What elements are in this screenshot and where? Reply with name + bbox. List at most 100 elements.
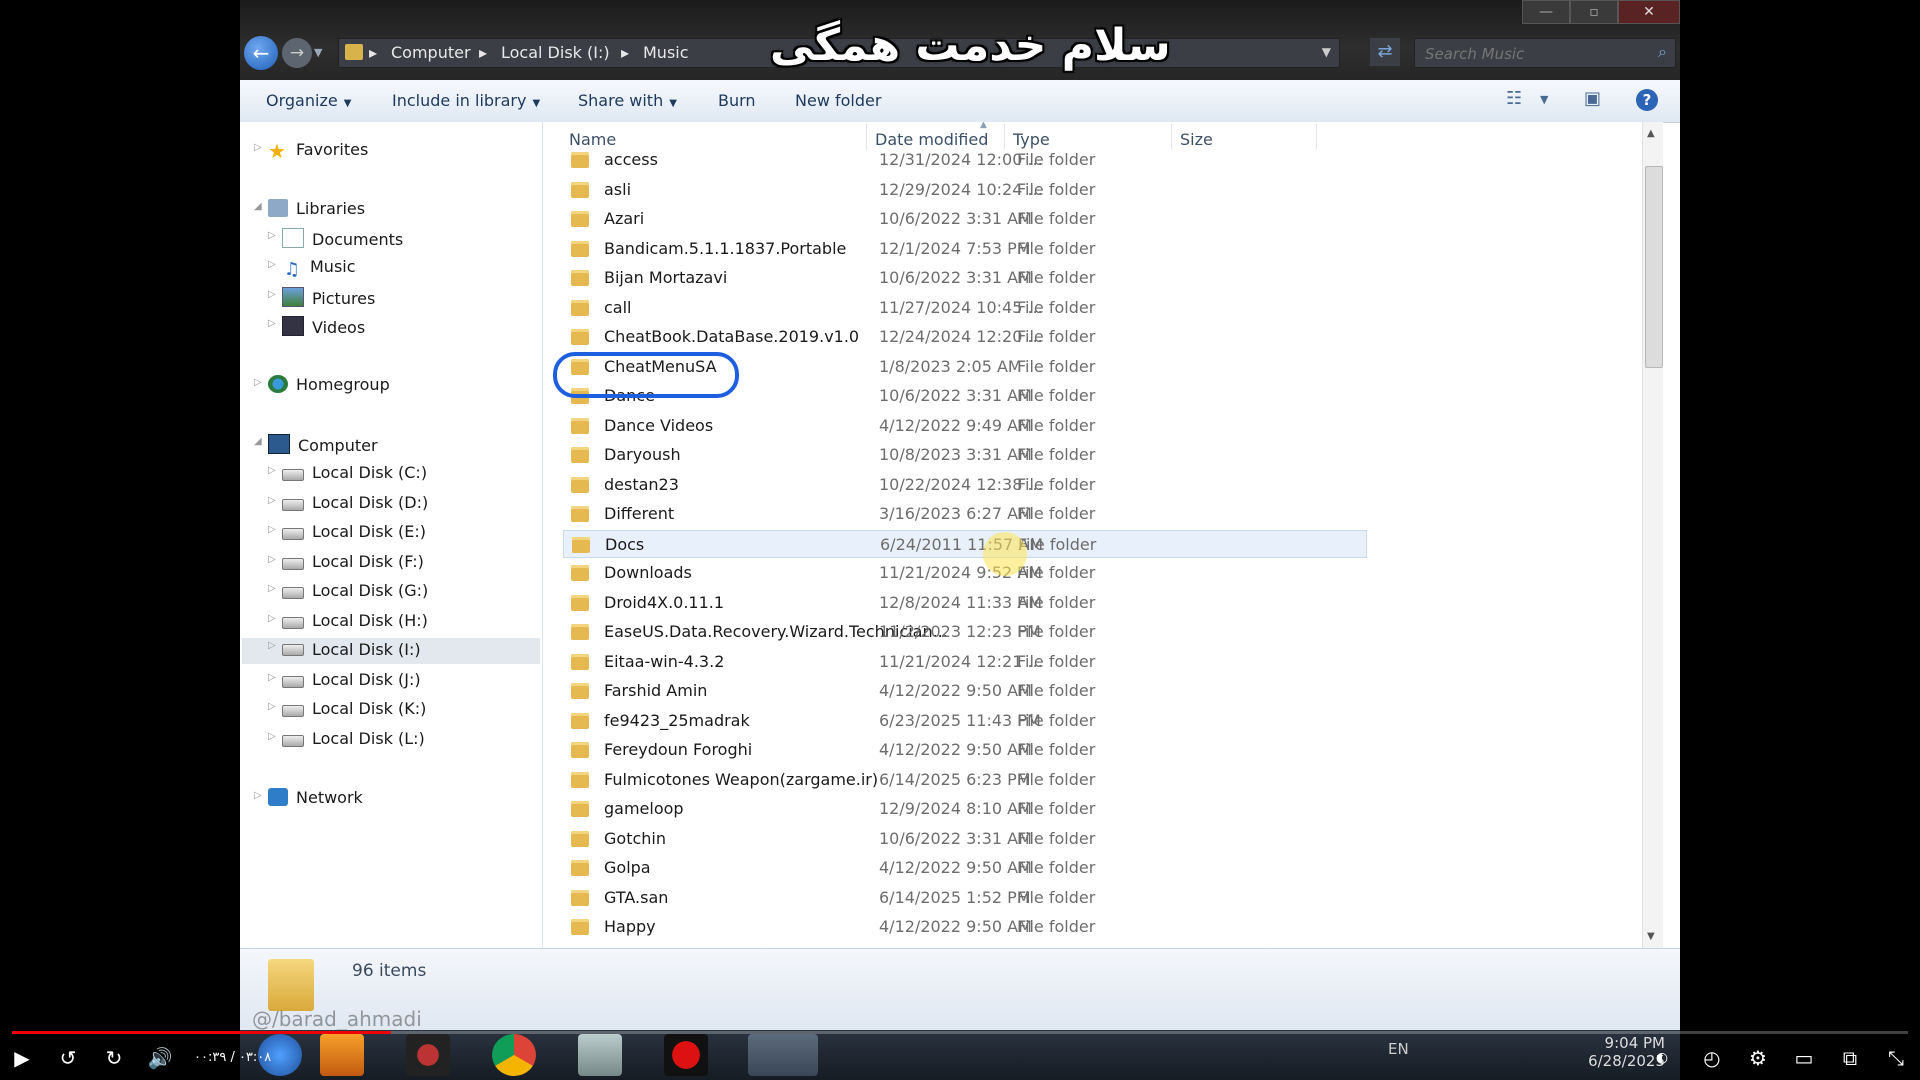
rewind-icon[interactable]: ↺ bbox=[54, 1046, 82, 1070]
expand-arrow-icon[interactable]: ▷ bbox=[268, 495, 276, 506]
exit-fullscreen-icon[interactable]: ⤡ bbox=[1882, 1046, 1910, 1070]
file-row[interactable]: Fereydoun Foroghi 4/12/2022 9:50 AM File f… bbox=[563, 736, 1367, 764]
nav-disk-c[interactable]: ▷ Local Disk (C:) bbox=[268, 463, 427, 489]
expand-arrow-icon[interactable]: ▷ bbox=[268, 318, 276, 329]
nav-pictures[interactable]: ▷ Pictures bbox=[268, 287, 375, 313]
expand-arrow-icon[interactable]: ▷ bbox=[268, 465, 276, 476]
file-row[interactable]: destan23 10/22/2024 12:38 ... File folder bbox=[563, 471, 1367, 499]
playback-speed-icon[interactable]: ◴ bbox=[1698, 1046, 1726, 1070]
expand-arrow-icon[interactable]: ▷ bbox=[268, 672, 276, 683]
breadcrumb-computer[interactable]: Computer bbox=[391, 43, 471, 62]
help-icon[interactable]: ? bbox=[1636, 89, 1658, 111]
miniplayer-icon[interactable]: ⧉ bbox=[1836, 1046, 1864, 1070]
file-row[interactable]: gameloop 12/9/2024 8:10 AM File folder bbox=[563, 795, 1367, 823]
expand-arrow-icon[interactable]: ▷ bbox=[254, 377, 262, 388]
expand-arrow-icon[interactable]: ▷ bbox=[268, 289, 276, 300]
recent-pages-chevron-icon[interactable]: ▼ bbox=[314, 46, 322, 59]
search-input[interactable] bbox=[1423, 43, 1637, 65]
minimize-button[interactable]: — bbox=[1522, 0, 1570, 24]
file-row[interactable]: Daryoush 10/8/2023 3:31 AM File folder bbox=[563, 441, 1367, 469]
play-icon[interactable]: ▶ bbox=[8, 1046, 36, 1070]
file-row[interactable]: GTA.san 6/14/2025 1:52 PM File folder bbox=[563, 884, 1367, 912]
include-in-library-button[interactable]: Include in library ▼ bbox=[392, 91, 540, 110]
nav-documents[interactable]: ▷ Documents bbox=[268, 228, 403, 254]
view-chevron-down-icon[interactable]: ▼ bbox=[1540, 93, 1548, 106]
address-dropdown-chevron-icon[interactable]: ▼ bbox=[1322, 45, 1331, 59]
expand-arrow-icon[interactable]: ▷ bbox=[254, 790, 262, 801]
file-row[interactable]: Bandicam.5.1.1.1837.Portable 12/1/2024 7:… bbox=[563, 235, 1367, 263]
nav-disk-d[interactable]: ▷ Local Disk (D:) bbox=[268, 493, 428, 519]
file-row[interactable]: asli 12/29/2024 10:24 ... File folder bbox=[563, 176, 1367, 204]
preview-pane-icon[interactable]: ▣ bbox=[1584, 88, 1601, 109]
nav-disk-i[interactable]: ▷ Local Disk (I:) bbox=[242, 638, 540, 664]
search-icon[interactable]: ⌕ bbox=[1658, 42, 1667, 62]
volume-icon[interactable]: 🔊 bbox=[146, 1046, 174, 1070]
breadcrumb-local-disk-i[interactable]: Local Disk (I:) bbox=[501, 43, 610, 62]
share-with-button[interactable]: Share with ▼ bbox=[578, 91, 677, 110]
nav-videos[interactable]: ▷ Videos bbox=[268, 316, 365, 342]
collapse-arrow-icon[interactable]: ◢ bbox=[254, 201, 262, 212]
expand-arrow-icon[interactable]: ▷ bbox=[268, 701, 276, 712]
file-row[interactable]: Gotchin 10/6/2022 3:31 AM File folder bbox=[563, 825, 1367, 853]
nav-disk-k[interactable]: ▷ Local Disk (K:) bbox=[268, 699, 426, 725]
autoplay-toggle[interactable]: ◐ bbox=[1648, 1050, 1676, 1066]
file-row[interactable]: Golpa 4/12/2022 9:50 AM File folder bbox=[563, 854, 1367, 882]
search-box[interactable]: ⌕ bbox=[1414, 38, 1676, 68]
forward-icon[interactable]: ↻ bbox=[100, 1046, 128, 1070]
file-row[interactable]: Bijan Mortazavi 10/6/2022 3:31 AM File fol… bbox=[563, 264, 1367, 292]
file-row[interactable]: EaseUS.Data.Recovery.Wizard.Technician..… bbox=[563, 618, 1367, 646]
nav-disk-f[interactable]: ▷ Local Disk (F:) bbox=[268, 552, 424, 578]
close-button[interactable]: ✕ bbox=[1618, 0, 1680, 24]
organize-button[interactable]: Organize ▼ bbox=[266, 91, 351, 110]
file-row[interactable]: Azari 10/6/2022 3:31 AM File folder bbox=[563, 205, 1367, 233]
nav-homegroup[interactable]: ▷ Homegroup bbox=[254, 375, 390, 401]
expand-arrow-icon[interactable]: ▷ bbox=[254, 142, 262, 153]
expand-arrow-icon[interactable]: ▷ bbox=[268, 613, 276, 624]
refresh-icon[interactable]: ⇄ bbox=[1370, 38, 1400, 66]
theater-mode-icon[interactable]: ▭ bbox=[1790, 1046, 1818, 1070]
nav-favorites[interactable]: ▷ ★ Favorites bbox=[254, 140, 368, 166]
vertical-scrollbar[interactable]: ▲ ▼ bbox=[1642, 122, 1663, 948]
burn-button[interactable]: Burn bbox=[718, 91, 756, 110]
file-row[interactable]: access 12/31/2024 12:00 ... File folder bbox=[563, 146, 1367, 174]
expand-arrow-icon[interactable]: ▷ bbox=[268, 230, 276, 241]
maximize-button[interactable]: ▫ bbox=[1570, 0, 1618, 24]
file-row[interactable]: Docs 6/24/2011 11:57 AM File folder bbox=[563, 530, 1367, 558]
nav-disk-h[interactable]: ▷ Local Disk (H:) bbox=[268, 611, 428, 637]
scroll-down-arrow-icon[interactable]: ▼ bbox=[1647, 931, 1655, 942]
file-row[interactable]: Fulmicotones Weapon(zargame.ir) 6/14/2025… bbox=[563, 766, 1367, 794]
nav-disk-l[interactable]: ▷ Local Disk (L:) bbox=[268, 729, 425, 755]
nav-disk-e[interactable]: ▷ Local Disk (E:) bbox=[268, 522, 426, 548]
file-row[interactable]: Farshid Amin 4/12/2022 9:50 AM File folder bbox=[563, 677, 1367, 705]
file-row[interactable]: CheatBook.DataBase.2019.v1.0 12/24/2024 1… bbox=[563, 323, 1367, 351]
forward-button[interactable]: → bbox=[282, 38, 312, 68]
nav-music[interactable]: ▷ ♫ Music bbox=[268, 257, 356, 283]
expand-arrow-icon[interactable]: ▷ bbox=[268, 524, 276, 535]
file-row[interactable]: Happy 4/12/2022 9:50 AM File folder bbox=[563, 913, 1367, 941]
expand-arrow-icon[interactable]: ▷ bbox=[268, 259, 276, 270]
collapse-arrow-icon[interactable]: ◢ bbox=[254, 436, 262, 447]
file-row[interactable]: fe9423_25madrak 6/23/2025 11:43 PM File fo… bbox=[563, 707, 1367, 735]
expand-arrow-icon[interactable]: ▷ bbox=[268, 583, 276, 594]
nav-libraries[interactable]: ◢ Libraries bbox=[254, 199, 365, 225]
file-row[interactable]: Eitaa-win-4.3.2 11/21/2024 12:21 ... File … bbox=[563, 648, 1367, 676]
file-row[interactable]: Dance Videos 4/12/2022 9:49 AM File folder bbox=[563, 412, 1367, 440]
settings-gear-icon[interactable]: ⚙ bbox=[1744, 1046, 1772, 1070]
expand-arrow-icon[interactable]: ▷ bbox=[268, 731, 276, 742]
file-row[interactable]: call 11/27/2024 10:45 ... File folder bbox=[563, 294, 1367, 322]
file-row[interactable]: Different 3/16/2023 6:27 AM File folder bbox=[563, 500, 1367, 528]
nav-disk-j[interactable]: ▷ Local Disk (J:) bbox=[268, 670, 421, 696]
breadcrumb-music[interactable]: Music bbox=[643, 43, 689, 62]
back-button[interactable]: ← bbox=[244, 36, 278, 70]
expand-arrow-icon[interactable]: ▷ bbox=[268, 554, 276, 565]
file-row[interactable]: Downloads 11/21/2024 9:52 AM File folder bbox=[563, 559, 1367, 587]
nav-network[interactable]: ▷ Network bbox=[254, 788, 363, 814]
view-options-icon[interactable]: ☷ bbox=[1506, 88, 1522, 109]
nav-computer[interactable]: ◢ Computer bbox=[254, 434, 378, 460]
new-folder-button[interactable]: New folder bbox=[795, 91, 881, 110]
scroll-up-arrow-icon[interactable]: ▲ bbox=[1647, 128, 1655, 139]
file-row[interactable]: Droid4X.0.11.1 12/8/2024 11:33 AM File fol… bbox=[563, 589, 1367, 617]
nav-disk-g[interactable]: ▷ Local Disk (G:) bbox=[268, 581, 428, 607]
scrollbar-thumb[interactable] bbox=[1645, 166, 1663, 368]
expand-arrow-icon[interactable]: ▷ bbox=[268, 640, 276, 651]
